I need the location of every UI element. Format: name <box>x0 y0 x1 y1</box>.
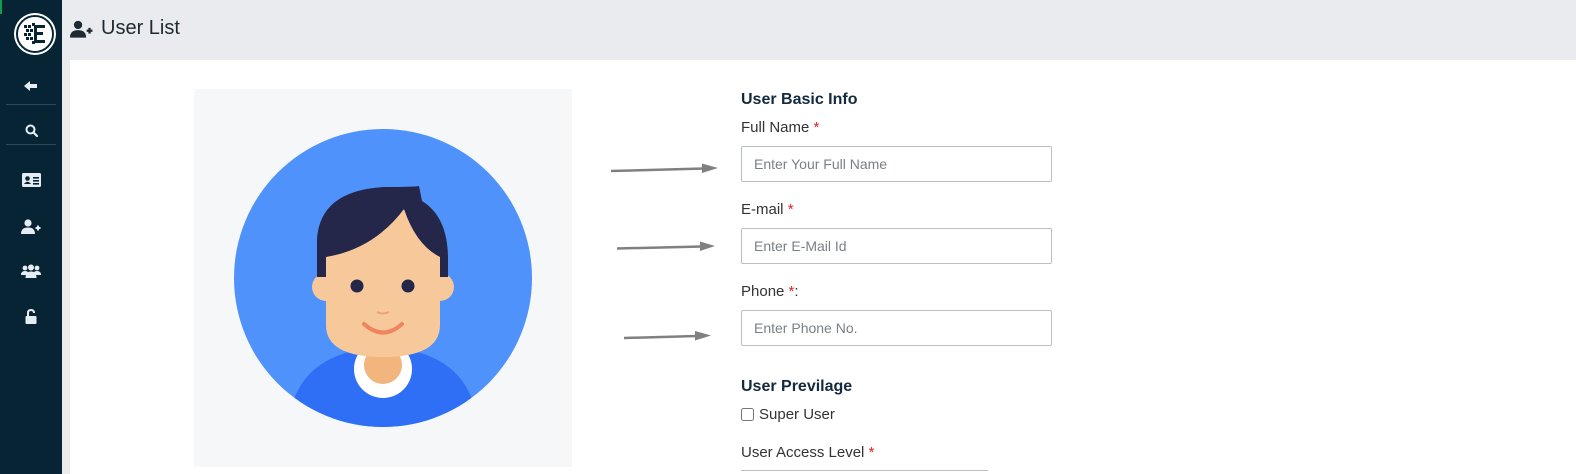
pointer-arrow <box>623 331 711 341</box>
page-title: User List <box>101 17 180 39</box>
search-button[interactable] <box>0 112 62 148</box>
user-plus-icon <box>70 20 93 43</box>
super-user-label: Super User <box>759 406 835 423</box>
basic-info-heading: User Basic Info <box>741 91 858 108</box>
sidebar-item-id-card[interactable] <box>0 162 62 198</box>
sidebar <box>0 0 62 474</box>
access-level-select[interactable] <box>741 470 988 474</box>
sidebar-divider <box>6 104 56 105</box>
full-name-input[interactable] <box>741 146 1052 182</box>
app-logo[interactable] <box>16 15 54 53</box>
pointer-arrow <box>616 241 715 251</box>
required-marker: * <box>813 119 820 136</box>
user-avatar-panel[interactable] <box>194 89 572 467</box>
sidebar-accent <box>0 0 2 14</box>
sidebar-item-users[interactable] <box>0 253 62 289</box>
phone-input[interactable] <box>741 310 1052 346</box>
sidebar-item-unlock[interactable] <box>0 298 62 334</box>
pointer-arrow <box>610 163 718 173</box>
user-plus-icon <box>21 218 41 234</box>
arrow-left-icon <box>24 80 38 92</box>
sidebar-item-add-user[interactable] <box>0 208 62 244</box>
full-name-label: Full Name * <box>741 119 820 136</box>
super-user-checkbox[interactable] <box>741 408 754 421</box>
super-user-option[interactable]: Super User <box>741 406 835 423</box>
email-input[interactable] <box>741 228 1052 264</box>
access-level-label: User Access Level * <box>741 444 875 461</box>
phone-label: Phone *: <box>741 283 799 300</box>
email-label: E-mail * <box>741 201 794 218</box>
users-icon <box>21 264 41 278</box>
required-marker: * <box>868 444 875 461</box>
id-card-icon <box>21 173 41 187</box>
avatar-illustration <box>234 129 532 427</box>
header-bar: User List <box>62 0 1576 60</box>
privilege-heading: User Previlage <box>741 378 853 395</box>
search-icon <box>25 124 38 137</box>
sidebar-divider <box>6 144 56 145</box>
back-button[interactable] <box>0 68 62 104</box>
required-marker: * <box>787 201 794 218</box>
unlock-icon <box>25 308 37 324</box>
